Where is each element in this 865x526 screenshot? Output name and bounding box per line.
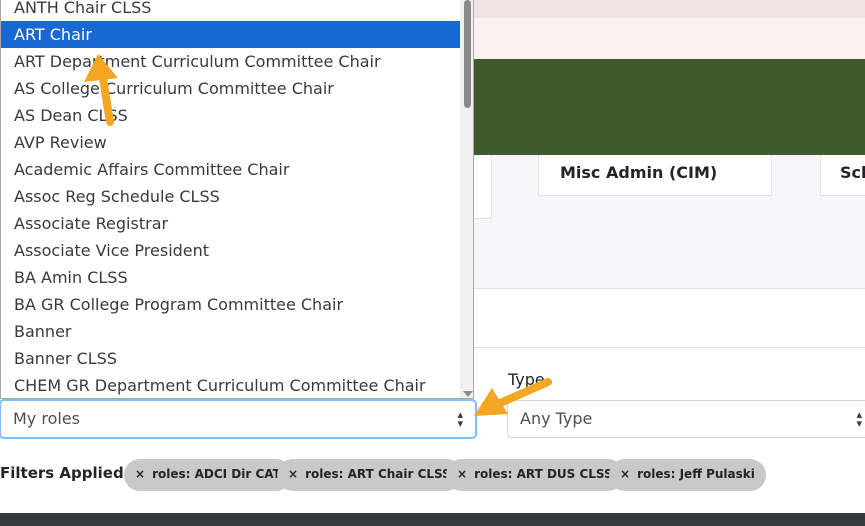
dropdown-option[interactable]: Banner <box>1 318 460 345</box>
filters-applied-label: Filters Applied: <box>0 464 130 482</box>
dropdown-scrollbar[interactable] <box>460 0 473 398</box>
card-title: Sch <box>840 163 865 182</box>
close-icon[interactable]: × <box>457 467 467 481</box>
dropdown-option[interactable]: AVP Review <box>1 129 460 156</box>
close-icon[interactable]: × <box>135 467 145 481</box>
scrollbar-thumb[interactable] <box>464 0 471 108</box>
annotation-arrow-icon <box>84 54 118 126</box>
dropdown-option[interactable]: ART Chair <box>1 21 460 48</box>
card-title: Misc Admin (CIM) <box>560 163 718 182</box>
roles-select-value: My roles <box>13 409 80 428</box>
dashboard-card-misc-admin[interactable]: Misc Admin (CIM) <box>538 155 772 196</box>
dropdown-option[interactable]: Associate Vice President <box>1 237 460 264</box>
roles-dropdown-list[interactable]: ANTH Chair CLSS ART Chair ART Department C… <box>0 0 474 399</box>
dropdown-option[interactable]: Associate Registrar <box>1 210 460 237</box>
filter-chip[interactable]: × roles: ADCI Dir CAT <box>124 459 292 491</box>
filter-chip-label: roles: Jeff Pulaski <box>637 467 755 481</box>
roles-select[interactable]: My roles ▴ ▾ <box>0 400 476 438</box>
close-icon[interactable]: × <box>620 467 630 481</box>
dropdown-option[interactable]: ANTH Chair CLSS <box>1 0 460 21</box>
filter-chip[interactable]: × roles: Jeff Pulaski <box>609 459 766 491</box>
dropdown-option[interactable]: BA GR College Program Committee Chair <box>1 291 460 318</box>
table-header-bar <box>0 513 865 526</box>
sort-arrows-icon: ▴ ▾ <box>457 408 463 430</box>
filter-chip-label: roles: ADCI Dir CAT <box>152 467 281 481</box>
annotation-arrow-icon <box>474 378 552 416</box>
dropdown-option[interactable]: AS Dean CLSS <box>1 102 460 129</box>
filter-chip-label: roles: ART DUS CLSS <box>474 467 613 481</box>
close-icon[interactable]: × <box>288 467 298 481</box>
dashboard-card-sch[interactable]: Sch <box>820 155 865 196</box>
filter-chip[interactable]: × roles: ART DUS CLSS <box>446 459 624 491</box>
dropdown-option[interactable]: Banner CLSS <box>1 345 460 372</box>
type-select[interactable]: Any Type ▴ ▾ <box>507 400 865 438</box>
dropdown-option[interactable]: Academic Affairs Committee Chair <box>1 156 460 183</box>
dropdown-option[interactable]: BA Amin CLSS <box>1 264 460 291</box>
filter-chip[interactable]: × roles: ART Chair CLSS <box>277 459 462 491</box>
dropdown-option[interactable]: AS College Curriculum Committee Chair <box>1 75 460 102</box>
dropdown-option[interactable]: Assoc Reg Schedule CLSS <box>1 183 460 210</box>
dropdown-option[interactable]: ART Department Curriculum Committee Chai… <box>1 48 460 75</box>
sort-arrows-icon: ▴ ▾ <box>856 408 862 430</box>
dropdown-option[interactable]: CHEM GR Department Curriculum Committee … <box>1 372 460 398</box>
filter-chip-label: roles: ART Chair CLSS <box>305 467 451 481</box>
